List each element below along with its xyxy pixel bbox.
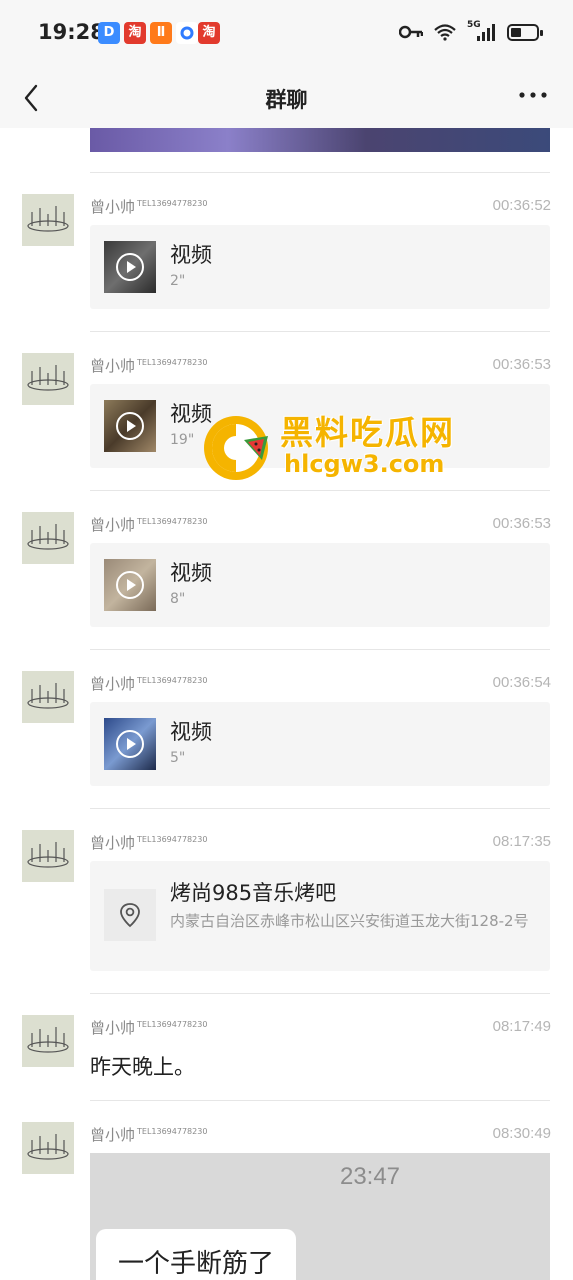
sender-tel: TEL13694778230: [137, 676, 208, 685]
avatar[interactable]: [22, 671, 74, 723]
sender-tel: TEL13694778230: [137, 1127, 208, 1136]
battery-icon: [507, 23, 543, 41]
video-thumbnail: [104, 241, 156, 293]
image-message[interactable]: 23:47 一个手断筋了: [90, 1153, 550, 1280]
video-title: 视频: [170, 561, 212, 585]
key-icon: [399, 25, 423, 39]
video-thumbnail: [104, 559, 156, 611]
play-icon: [116, 412, 144, 440]
message-time: 00:36:52: [492, 197, 551, 214]
sender-tel: TEL13694778230: [137, 835, 208, 844]
more-button[interactable]: [517, 82, 549, 108]
app-circle-icon: [176, 22, 198, 44]
sender-name: 曾小帅 TEL13694778230: [90, 1124, 207, 1145]
watermark: 黑料吃瓜网 hlcgw3.com: [198, 404, 478, 500]
status-bar: 19:28 D 淘 Ⅱ 淘 5G: [0, 0, 573, 66]
chat-message: 曾小帅 TEL13694778230 08:17:35 烤尚985音乐烤吧 内蒙古…: [0, 808, 573, 994]
video-duration: 8": [170, 591, 186, 607]
play-icon: [116, 253, 144, 281]
message-time: 08:30:49: [492, 1125, 551, 1142]
message-text[interactable]: 昨天晚上。: [90, 1051, 195, 1081]
page-title: 群聊: [265, 88, 308, 112]
video-thumbnail: [104, 718, 156, 770]
message-time: 00:36:53: [492, 356, 551, 373]
divider: [90, 808, 550, 809]
play-icon: [116, 730, 144, 758]
avatar[interactable]: [22, 830, 74, 882]
sender-label: 曾小帅: [90, 1126, 136, 1144]
wifi-icon: [434, 24, 456, 41]
divider: [90, 993, 550, 994]
sender-tel: TEL13694778230: [137, 1020, 208, 1029]
message-time: 08:17:35: [492, 833, 551, 850]
message-time: 00:36:54: [492, 674, 551, 691]
chat-message: 曾小帅 TEL13694778230 00:36:53 视频 8": [0, 490, 573, 650]
location-address: 内蒙古自治区赤峰市松山区兴安街道玉龙大街128-2号: [170, 912, 529, 930]
sender-name: 曾小帅 TEL13694778230: [90, 673, 207, 694]
chat-message: 曾小帅 TEL13694778230 08:17:49 昨天晚上。: [0, 993, 573, 1101]
sender-label: 曾小帅: [90, 675, 136, 693]
image-chat-bubble: 一个手断筋了: [96, 1229, 297, 1280]
video-thumbnail: [104, 400, 156, 452]
chat-list[interactable]: 曾小帅 TEL13694778230 00:36:52 视频 2" 曾小帅 TEL1…: [0, 128, 573, 1280]
video-duration: 5": [170, 750, 186, 766]
nav-bar: 群聊: [0, 66, 573, 128]
sender-name: 曾小帅 TEL13694778230: [90, 1017, 207, 1038]
more-dots-icon: [519, 92, 547, 98]
avatar[interactable]: [22, 512, 74, 564]
sender-label: 曾小帅: [90, 198, 136, 216]
video-duration: 19": [170, 432, 195, 448]
app-d-icon: D: [98, 22, 120, 44]
sender-label: 曾小帅: [90, 834, 136, 852]
taobao-icon: 淘: [124, 22, 146, 44]
sender-label: 曾小帅: [90, 516, 136, 534]
chat-message: 曾小帅 TEL13694778230 00:36:54 视频 5": [0, 649, 573, 809]
sender-name: 曾小帅 TEL13694778230: [90, 355, 207, 376]
location-title: 烤尚985音乐烤吧: [170, 881, 337, 905]
sender-name: 曾小帅 TEL13694778230: [90, 196, 207, 217]
video-card[interactable]: 视频 5": [90, 702, 550, 786]
location-pin-icon: [104, 889, 156, 941]
sender-label: 曾小帅: [90, 357, 136, 375]
signal-icon: 5G: [467, 20, 497, 42]
divider: [90, 331, 550, 332]
message-time: 08:17:49: [492, 1018, 551, 1035]
chat-message: 曾小帅 TEL13694778230 00:36:52 视频 2": [0, 172, 573, 332]
status-time: 19:28: [38, 20, 105, 44]
avatar[interactable]: [22, 353, 74, 405]
divider: [90, 172, 550, 173]
sender-tel: TEL13694778230: [137, 199, 208, 208]
watermark-url: hlcgw3.com: [284, 450, 445, 478]
video-title: 视频: [170, 720, 212, 744]
video-card[interactable]: 视频 8": [90, 543, 550, 627]
avatar[interactable]: [22, 1122, 74, 1174]
status-indicators: 5G: [399, 20, 543, 42]
watermark-logo-icon: [204, 416, 268, 480]
sender-label: 曾小帅: [90, 1019, 136, 1037]
divider: [90, 649, 550, 650]
video-duration: 2": [170, 273, 186, 289]
sender-name: 曾小帅 TEL13694778230: [90, 514, 207, 535]
sender-name: 曾小帅 TEL13694778230: [90, 832, 207, 853]
divider: [90, 1100, 550, 1101]
previous-image-message[interactable]: [90, 128, 550, 152]
chat-message: 曾小帅 TEL13694778230 08:30:49 23:47 一个手断筋了: [0, 1100, 573, 1280]
avatar[interactable]: [22, 1015, 74, 1067]
image-timestamp: 23:47: [339, 1163, 401, 1190]
location-card[interactable]: 烤尚985音乐烤吧 内蒙古自治区赤峰市松山区兴安街道玉龙大街128-2号: [90, 861, 550, 971]
sender-tel: TEL13694778230: [137, 358, 208, 367]
taobao-icon: 淘: [198, 22, 220, 44]
message-time: 00:36:53: [492, 515, 551, 532]
sender-tel: TEL13694778230: [137, 517, 208, 526]
watermark-title: 黑料吃瓜网: [280, 413, 455, 452]
avatar[interactable]: [22, 194, 74, 246]
video-title: 视频: [170, 243, 212, 267]
play-icon: [116, 571, 144, 599]
video-card[interactable]: 视频 2": [90, 225, 550, 309]
app-orange-icon: Ⅱ: [150, 22, 172, 44]
